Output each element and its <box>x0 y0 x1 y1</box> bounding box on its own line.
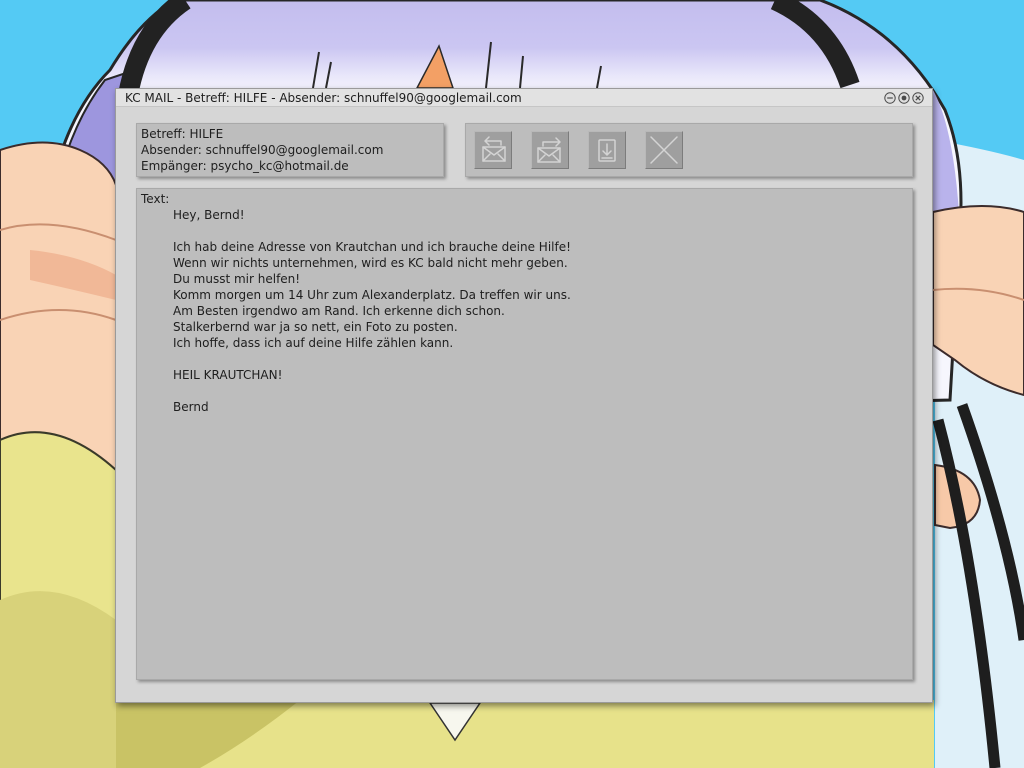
reply-button[interactable] <box>474 131 512 169</box>
save-download-icon <box>598 139 616 162</box>
sender-label: Absender: <box>141 143 202 157</box>
sender-row: Absender: schnuffel90@googlemail.com <box>141 142 439 158</box>
message-line: Bernd <box>173 400 209 414</box>
toolbar-buttons <box>474 131 683 169</box>
message-line: Ich hoffe, dass ich auf deine Hilfe zähl… <box>173 336 454 350</box>
message-line: HEIL KRAUTCHAN! <box>173 368 283 382</box>
message-paragraph-main: Ich hab deine Adresse von Krautchan und … <box>173 239 902 351</box>
recipient-value: psycho_kc@hotmail.de <box>210 159 349 173</box>
message-line: Du musst mir helfen! <box>173 272 301 286</box>
reply-icon <box>482 136 506 162</box>
recipient-label: Empänger: <box>141 159 207 173</box>
message-text-label: Text: <box>141 192 170 206</box>
message-body: Hey, Bernd! Ich hab deine Adresse von Kr… <box>173 207 902 431</box>
message-line: Hey, Bernd! <box>173 208 245 222</box>
close-icon[interactable] <box>912 92 924 104</box>
mail-header: Betreff: HILFE Absender: schnuffel90@goo… <box>136 123 444 177</box>
minimize-icon[interactable] <box>884 92 896 104</box>
forward-button[interactable] <box>531 131 569 169</box>
subject-row: Betreff: HILFE <box>141 126 439 142</box>
message-line: Ich hab deine Adresse von Krautchan und … <box>173 240 571 254</box>
mail-toolbar <box>465 123 913 177</box>
window-controls <box>884 92 924 104</box>
message-paragraph-signature: Bernd <box>173 399 902 415</box>
message-paragraph-greeting: Hey, Bernd! <box>173 207 902 223</box>
title-bar[interactable]: KC MAIL - Betreff: HILFE - Absender: sch… <box>116 89 932 107</box>
subject-label: Betreff: <box>141 127 186 141</box>
message-line: Am Besten irgendwo am Rand. Ich erkenne … <box>173 304 505 318</box>
clothing-left-shade <box>0 591 116 768</box>
subject-value: HILFE <box>189 127 224 141</box>
message-body-panel[interactable]: Text: Hey, Bernd! Ich hab deine Adresse … <box>136 188 913 680</box>
maximize-icon[interactable] <box>898 92 910 104</box>
message-line: Stalkerbernd war ja so nett, ein Foto zu… <box>173 320 458 334</box>
forward-icon <box>537 137 561 163</box>
message-line: Komm morgen um 14 Uhr zum Alexanderplatz… <box>173 288 571 302</box>
mail-window: KC MAIL - Betreff: HILFE - Absender: sch… <box>115 88 933 703</box>
save-button[interactable] <box>588 131 626 169</box>
recipient-row: Empänger: psycho_kc@hotmail.de <box>141 158 439 174</box>
sender-value: schnuffel90@googlemail.com <box>205 143 384 157</box>
delete-button[interactable] <box>645 131 683 169</box>
window-title: KC MAIL - Betreff: HILFE - Absender: sch… <box>125 91 522 105</box>
message-line: Wenn wir nichts unternehmen, wird es KC … <box>173 256 568 270</box>
delete-icon <box>650 136 678 164</box>
message-paragraph-closing: HEIL KRAUTCHAN! <box>173 367 902 383</box>
